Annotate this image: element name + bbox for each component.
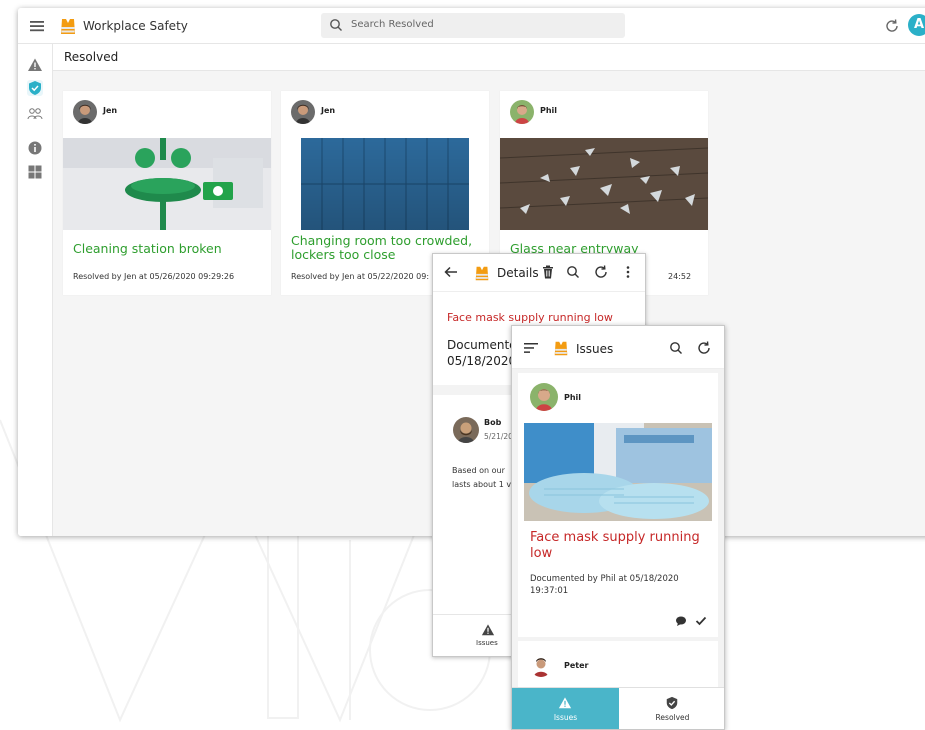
card-author: Phil [540,106,558,115]
card-resolved-text: Resolved by Jen at 05/22/2020 09: [291,272,430,281]
safety-vest-logo-icon [554,341,568,356]
hamburger-menu-icon[interactable] [28,17,46,35]
card-resolved-text: 24:52 [668,272,692,281]
tab-issues[interactable]: Issues [512,688,619,729]
comment-author: Bob [484,418,502,427]
safety-vest-logo-icon [61,19,75,34]
card-author: Phil [564,393,582,402]
shield-check-icon [666,696,678,710]
card-resolved-text: Resolved by Jen at 05/26/2020 09:29:26 [73,272,235,281]
comment-text: Based on our lasts about 1 v [452,466,512,489]
refresh-icon[interactable] [593,264,609,280]
eyewash-station-photo [63,138,271,230]
page-title: Resolved [64,50,119,64]
avatar [530,655,552,677]
back-arrow-icon[interactable] [443,264,459,280]
info-icon[interactable] [27,140,43,156]
search-input[interactable]: Search Resolved [321,13,625,38]
card-author: Jen [321,106,336,115]
tab-label: Issues [553,713,578,722]
comment-icon[interactable] [675,615,687,627]
warning-icon [558,697,572,709]
broken-glass-photo [500,138,708,230]
search-icon [330,19,342,31]
details-documented-text: Documente 05/18/2020 [447,338,517,368]
more-vertical-icon[interactable] [623,265,633,279]
issue-card[interactable]: Phil Face mask supply running low Docume… [518,373,718,637]
issue-documented-text: Documented by Phil at 05/18/2020 19:37:0… [530,574,679,596]
avatar [510,100,534,124]
grid-icon[interactable] [27,164,43,180]
tab-issues[interactable]: Issues [476,639,498,647]
app-title: Workplace Safety [83,19,188,33]
shield-check-icon[interactable] [27,80,43,96]
tab-label: Resolved [655,713,690,722]
details-toolbar: Details [433,254,645,292]
avatar [530,383,558,411]
avatar [453,417,479,443]
card-author: Peter [564,661,589,670]
top-bar: Workplace Safety Search Resolved A [18,8,925,44]
card-title: Cleaning station broken [73,241,222,256]
refresh-icon[interactable] [696,340,712,356]
avatar [73,100,97,124]
page-header: Resolved [53,44,925,71]
check-icon[interactable] [695,615,707,627]
user-avatar[interactable]: A [908,14,925,36]
sort-menu-icon[interactable] [524,342,538,354]
trash-icon[interactable] [541,265,555,279]
warning-icon[interactable] [27,57,43,73]
lockers-photo [281,138,489,230]
issue-title: Face mask supply running low [530,530,700,561]
issues-toolbar: Issues [512,326,724,369]
avatar [291,100,315,124]
warning-icon[interactable] [481,623,495,637]
card-author: Jen [103,106,118,115]
tab-resolved[interactable]: Resolved [619,688,724,729]
issues-mobile-window: Issues Phil Face mask supply running low… [511,325,725,730]
comment-date: 5/21/20 [484,432,513,441]
search-placeholder: Search Resolved [351,19,434,30]
search-icon[interactable] [566,265,580,279]
issues-title: Issues [576,342,614,356]
details-issue-title: Face mask supply running low [447,311,613,324]
search-icon[interactable] [669,341,683,355]
safety-vest-logo-icon [475,266,489,281]
side-nav [18,44,53,536]
refresh-icon[interactable] [883,17,901,35]
issues-list: Phil Face mask supply running low Docume… [512,369,724,701]
issues-bottom-nav: Issues Resolved [512,687,724,729]
resolved-card[interactable]: Jen Cleaning station broken Resolved by … [63,91,271,295]
face-masks-photo [524,423,712,521]
people-icon[interactable] [27,106,43,122]
details-title: Details [497,266,539,280]
